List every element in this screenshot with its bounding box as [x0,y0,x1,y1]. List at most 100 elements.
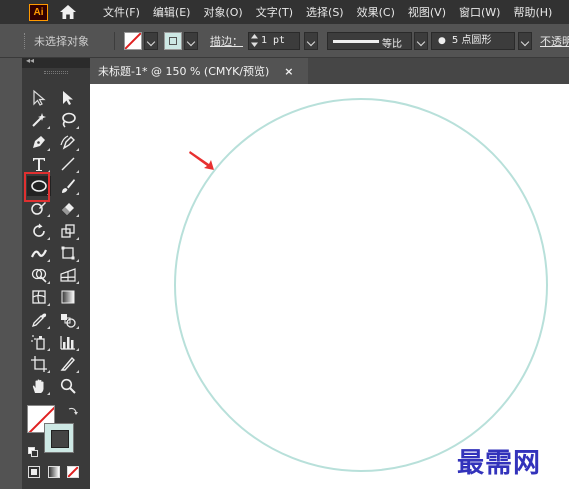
tools-panel: ◂◂ [22,56,90,489]
menu-view[interactable]: 视图(V) [408,4,446,20]
eraser-icon [62,203,74,215]
width-tool-icon [30,249,48,258]
stroke-color-swatch[interactable] [164,32,182,50]
stroke-weight-stepper-icon[interactable] [251,34,258,47]
tab-strip [308,58,569,84]
color-mode-icon [31,469,37,475]
symbol-sprayer-icon [31,335,45,350]
toolbar-collapse-bar[interactable]: ◂◂ [22,56,90,68]
mesh-icon [32,290,46,304]
none-mode-button[interactable] [67,466,79,478]
magnifier-icon [60,378,76,394]
none-slash-icon [68,467,78,477]
selected-tool-highlight [24,172,50,202]
shape-builder-tool[interactable] [27,265,51,285]
line-segment-icon [61,157,75,171]
curvature-tool[interactable] [56,132,80,152]
free-transform-icon [61,246,75,260]
shape-builder-icon [31,268,47,283]
slice-tool[interactable] [56,354,80,374]
artboard-tool[interactable] [27,354,51,374]
stroke-swatch-inner [169,37,177,45]
control-bar-grip[interactable] [24,33,27,49]
default-fill-stroke-icon[interactable] [28,447,38,457]
blend-icon [61,314,76,328]
stroke-color-dropdown[interactable] [184,32,198,50]
opacity-label[interactable]: 不透明 [540,33,569,49]
fill-color-swatch[interactable] [124,32,142,50]
brush-definition-dropdown[interactable] [518,32,532,50]
menu-file[interactable]: 文件(F) [103,4,140,20]
lasso-tool[interactable] [56,110,80,130]
menu-effect[interactable]: 效果(C) [357,4,395,20]
gradient-mode-button[interactable] [48,466,60,478]
slice-knife-icon [60,356,75,371]
menu-window[interactable]: 窗口(W) [459,4,500,20]
free-transform-tool[interactable] [56,243,80,263]
arrow-icon [63,91,73,105]
mesh-tool[interactable] [27,287,51,307]
hollow-arrow-icon [33,89,46,106]
hand-icon [32,379,44,393]
divider [114,32,115,50]
scale-tool[interactable] [56,221,80,241]
annotation-arrow [189,151,214,170]
home-icon[interactable] [59,4,77,20]
pen-nib-icon [33,136,45,148]
blend-tool[interactable] [56,310,80,330]
selection-tool[interactable] [27,88,51,108]
artboard-canvas[interactable] [90,84,569,489]
line-segment-tool[interactable] [56,154,80,174]
app-logo: Ai [29,3,48,21]
symbol-sprayer-tool[interactable] [27,332,51,352]
stroke-weight-dropdown[interactable] [304,32,318,50]
lasso-icon [62,112,76,128]
stroke-profile-label: 等比 [382,39,402,50]
control-bar: 未选择对象 描边： 1 pt 等比 ● 5 点圆形 不透明 [0,24,569,58]
magic-wand-tool[interactable] [27,110,51,130]
eyedropper-icon [31,313,47,328]
close-tab-icon[interactable]: × [284,65,293,78]
toolbar-grip[interactable] [44,71,68,74]
stroke-swatch[interactable] [44,423,74,453]
swap-fill-stroke-icon[interactable] [68,406,78,416]
eraser-tool[interactable] [56,198,80,218]
document-tab[interactable]: 未标题-1* @ 150 % (CMYK/预览) × [90,58,308,84]
menu-help[interactable]: 帮助(H) [513,4,552,20]
color-mode-button[interactable] [28,466,40,478]
gradient-tool[interactable] [56,287,80,307]
menu-items: 文件(F) 编辑(E) 对象(O) 文字(T) 选择(S) 效果(C) 视图(V… [103,4,565,20]
rotate-icon [33,223,45,237]
eyedropper-tool[interactable] [27,310,51,330]
type-t-icon [33,158,45,171]
brush-dot-icon: ● [438,36,446,46]
variable-width-profile-select[interactable]: 等比 [327,32,412,50]
watermark-text: 最需网 [457,448,541,479]
brush-definition-select[interactable]: ● 5 点圆形 [431,32,515,50]
document-tab-title: 未标题-1* @ 150 % (CMYK/预览) [98,65,270,78]
stroke-label[interactable]: 描边： [210,33,243,49]
pen-tool[interactable] [27,132,51,152]
column-graph-tool[interactable] [56,332,80,352]
rotate-tool[interactable] [27,221,51,241]
fill-color-dropdown[interactable] [144,32,158,50]
menu-select[interactable]: 选择(S) [306,4,344,20]
hand-tool[interactable] [27,376,51,396]
stroke-profile-dropdown[interactable] [414,32,428,50]
width-tool[interactable] [27,243,51,263]
menu-edit[interactable]: 编辑(E) [153,4,191,20]
zoom-tool[interactable] [56,376,80,396]
type-tool[interactable] [27,154,51,174]
stroke-profile-preview [333,40,379,43]
paintbrush-icon [62,179,75,193]
perspective-grid-tool[interactable] [56,265,80,285]
direct-selection-tool[interactable] [56,88,80,108]
column-graph-icon [60,336,75,350]
magic-wand-icon [32,113,46,127]
menu-type[interactable]: 文字(T) [256,4,293,20]
collapse-icon[interactable]: ◂◂ [26,56,34,65]
paintbrush-tool[interactable] [56,176,80,196]
circle-shape[interactable] [174,98,548,472]
menu-object[interactable]: 对象(O) [203,4,242,20]
brush-definition-label: 5 点圆形 [451,35,492,46]
